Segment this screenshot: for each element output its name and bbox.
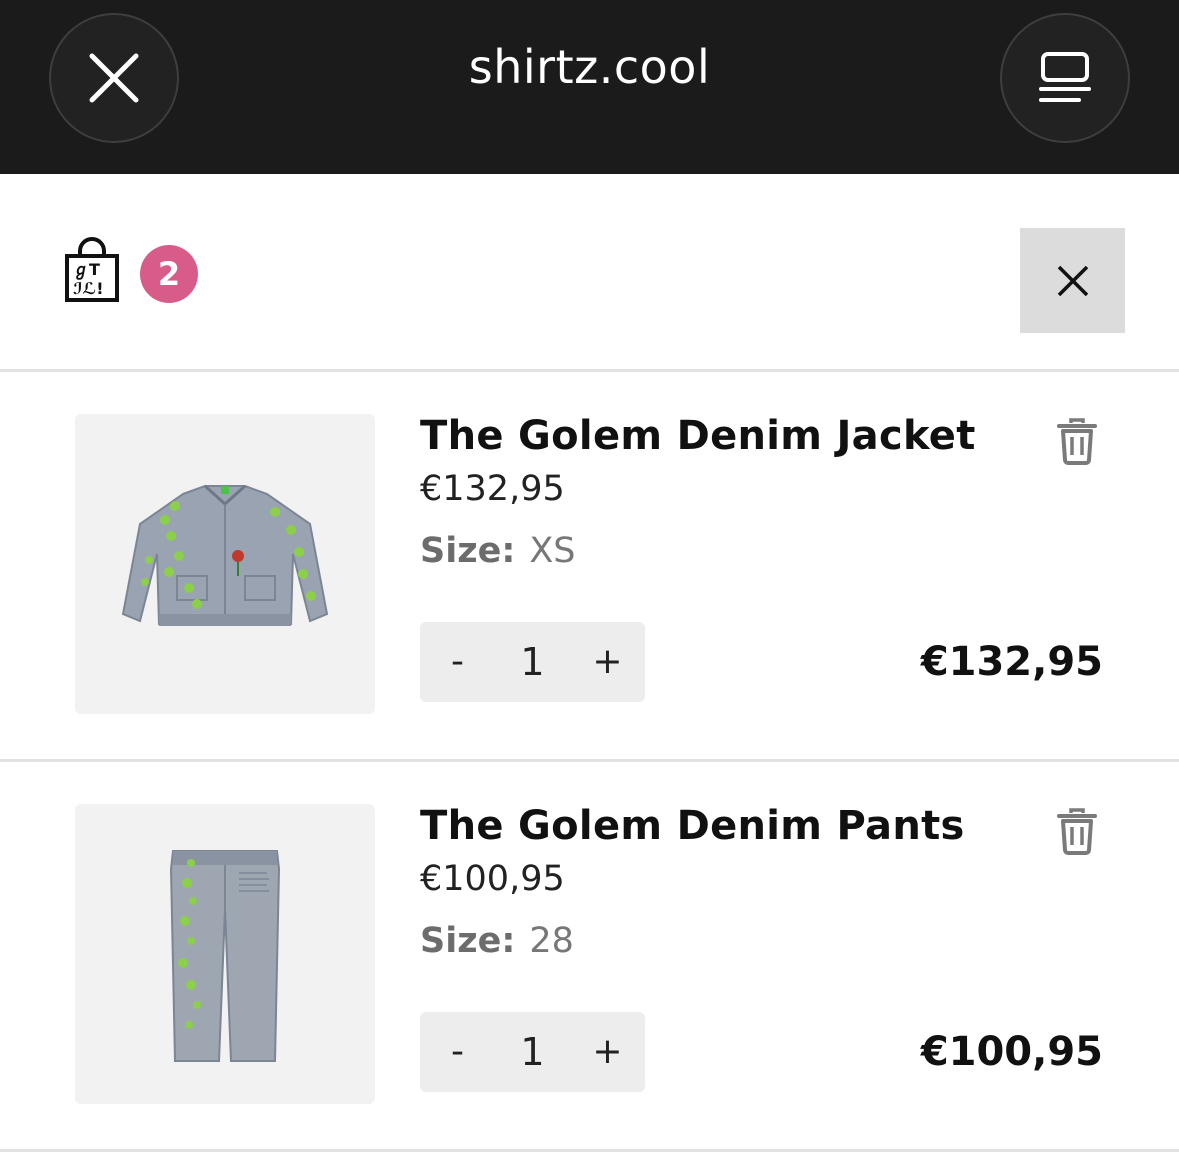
product-image[interactable] <box>75 804 375 1104</box>
tabs-icon <box>1039 52 1091 102</box>
trash-icon[interactable] <box>1056 417 1098 465</box>
decrease-quantity-button[interactable]: - <box>420 622 495 702</box>
svg-text:ℊT: ℊT <box>73 260 100 281</box>
quantity-value: 1 <box>520 1030 545 1074</box>
decrease-quantity-button[interactable]: - <box>420 1012 495 1092</box>
cart-item: The Golem Denim Jacket €132,95 Size: XS -… <box>0 371 1179 714</box>
cart-count-badge: 2 <box>140 245 198 303</box>
quantity-stepper: - 1 + <box>420 1012 645 1092</box>
svg-text:ℐℒ!: ℐℒ! <box>73 279 104 298</box>
unit-price: €100,95 <box>420 859 565 899</box>
size-row: Size: XS <box>420 531 576 571</box>
denim-pants-image <box>169 850 281 1062</box>
browser-top-bar: shirtz.cool <box>0 0 1179 174</box>
shopping-bag-icon: ℊT ℐℒ! <box>65 237 119 302</box>
size-row: Size: 28 <box>420 921 574 961</box>
browser-tabs-button[interactable] <box>1000 13 1130 143</box>
product-title[interactable]: The Golem Denim Jacket <box>420 413 976 459</box>
product-title[interactable]: The Golem Denim Pants <box>420 803 965 849</box>
unit-price: €132,95 <box>420 469 565 509</box>
size-label: Size: <box>420 921 516 961</box>
line-total: €132,95 <box>920 639 1103 685</box>
quantity-stepper: - 1 + <box>420 622 645 702</box>
quantity-value: 1 <box>520 640 545 684</box>
close-icon <box>1057 265 1088 296</box>
cart-header: ℊT ℐℒ! 2 <box>0 174 1179 370</box>
denim-jacket-image <box>121 484 329 626</box>
line-total: €100,95 <box>920 1029 1103 1075</box>
size-value: 28 <box>529 921 574 961</box>
increase-quantity-button[interactable]: + <box>570 1012 645 1092</box>
cart-item: The Golem Denim Pants €100,95 Size: 28 - … <box>0 761 1179 1104</box>
size-value: XS <box>529 531 576 571</box>
size-label: Size: <box>420 531 516 571</box>
trash-icon[interactable] <box>1056 807 1098 855</box>
cart-close-button[interactable] <box>1020 228 1125 333</box>
increase-quantity-button[interactable]: + <box>570 622 645 702</box>
divider <box>0 1149 1179 1152</box>
product-image[interactable] <box>75 414 375 714</box>
